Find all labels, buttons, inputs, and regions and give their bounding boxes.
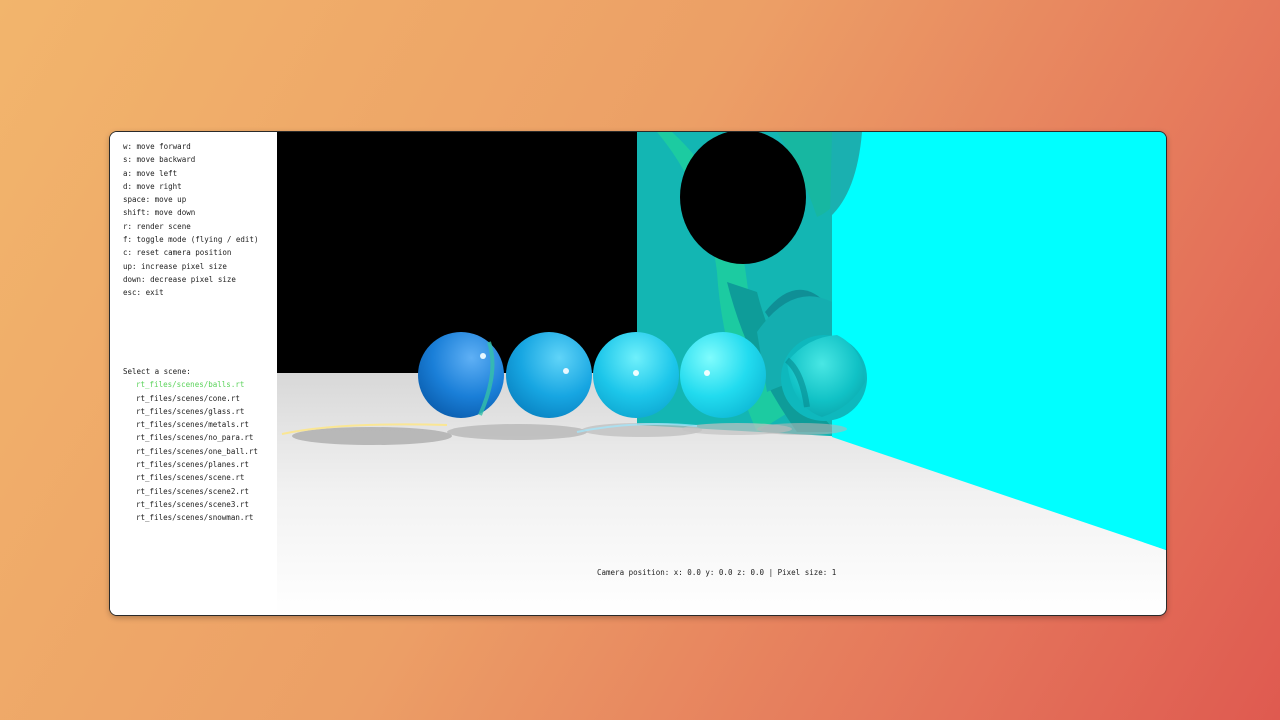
scene-option-scene2[interactable]: rt_files/scenes/scene2.rt [123, 485, 258, 498]
sphere-2 [506, 332, 592, 418]
control-hint: esc: exit [123, 288, 164, 298]
control-hint: d: move right [123, 181, 182, 191]
rendered-scene [277, 132, 1166, 615]
scene-option-no-para[interactable]: rt_files/scenes/no_para.rt [123, 431, 258, 444]
control-hint: s: move backward [123, 155, 196, 165]
scene-option-one-ball[interactable]: rt_files/scenes/one_ball.rt [123, 445, 258, 458]
raytracer-window: w: move forward s: move backward a: move… [109, 131, 1167, 616]
render-viewport[interactable] [277, 132, 1166, 615]
side-panel: w: move forward s: move backward a: move… [110, 132, 277, 615]
scene-option-scene[interactable]: rt_files/scenes/scene.rt [123, 471, 258, 484]
control-hint: a: move left [123, 168, 178, 178]
controls-help: w: move forward s: move backward a: move… [123, 140, 258, 300]
scene-option-scene3[interactable]: rt_files/scenes/scene3.rt [123, 498, 258, 511]
control-hint: r: render scene [123, 221, 191, 231]
scene-option-planes[interactable]: rt_files/scenes/planes.rt [123, 458, 258, 471]
camera-status-bar: Camera position: x: 0.0 y: 0.0 z: 0.0 | … [597, 568, 837, 577]
sphere-4 [680, 332, 766, 418]
control-hint: down: decrease pixel size [123, 274, 236, 284]
scene-option-snowman[interactable]: rt_files/scenes/snowman.rt [123, 511, 258, 524]
control-hint: space: move up [123, 195, 187, 205]
control-hint: shift: move down [123, 208, 196, 218]
scene-option-metals[interactable]: rt_files/scenes/metals.rt [123, 418, 258, 431]
scene-option-glass[interactable]: rt_files/scenes/glass.rt [123, 405, 258, 418]
scene-option-balls[interactable]: rt_files/scenes/balls.rt [123, 378, 258, 391]
control-hint: f: toggle mode (flying / edit) [123, 235, 259, 245]
scene-selector: Select a scene: rt_files/scenes/balls.rt… [123, 365, 258, 525]
scene-option-cone[interactable]: rt_files/scenes/cone.rt [123, 392, 258, 405]
control-hint: c: reset camera position [123, 248, 232, 258]
control-hint: up: increase pixel size [123, 261, 227, 271]
dark-disc [680, 132, 806, 264]
control-hint: w: move forward [123, 142, 191, 151]
scene-selector-title: Select a scene: [123, 367, 191, 376]
